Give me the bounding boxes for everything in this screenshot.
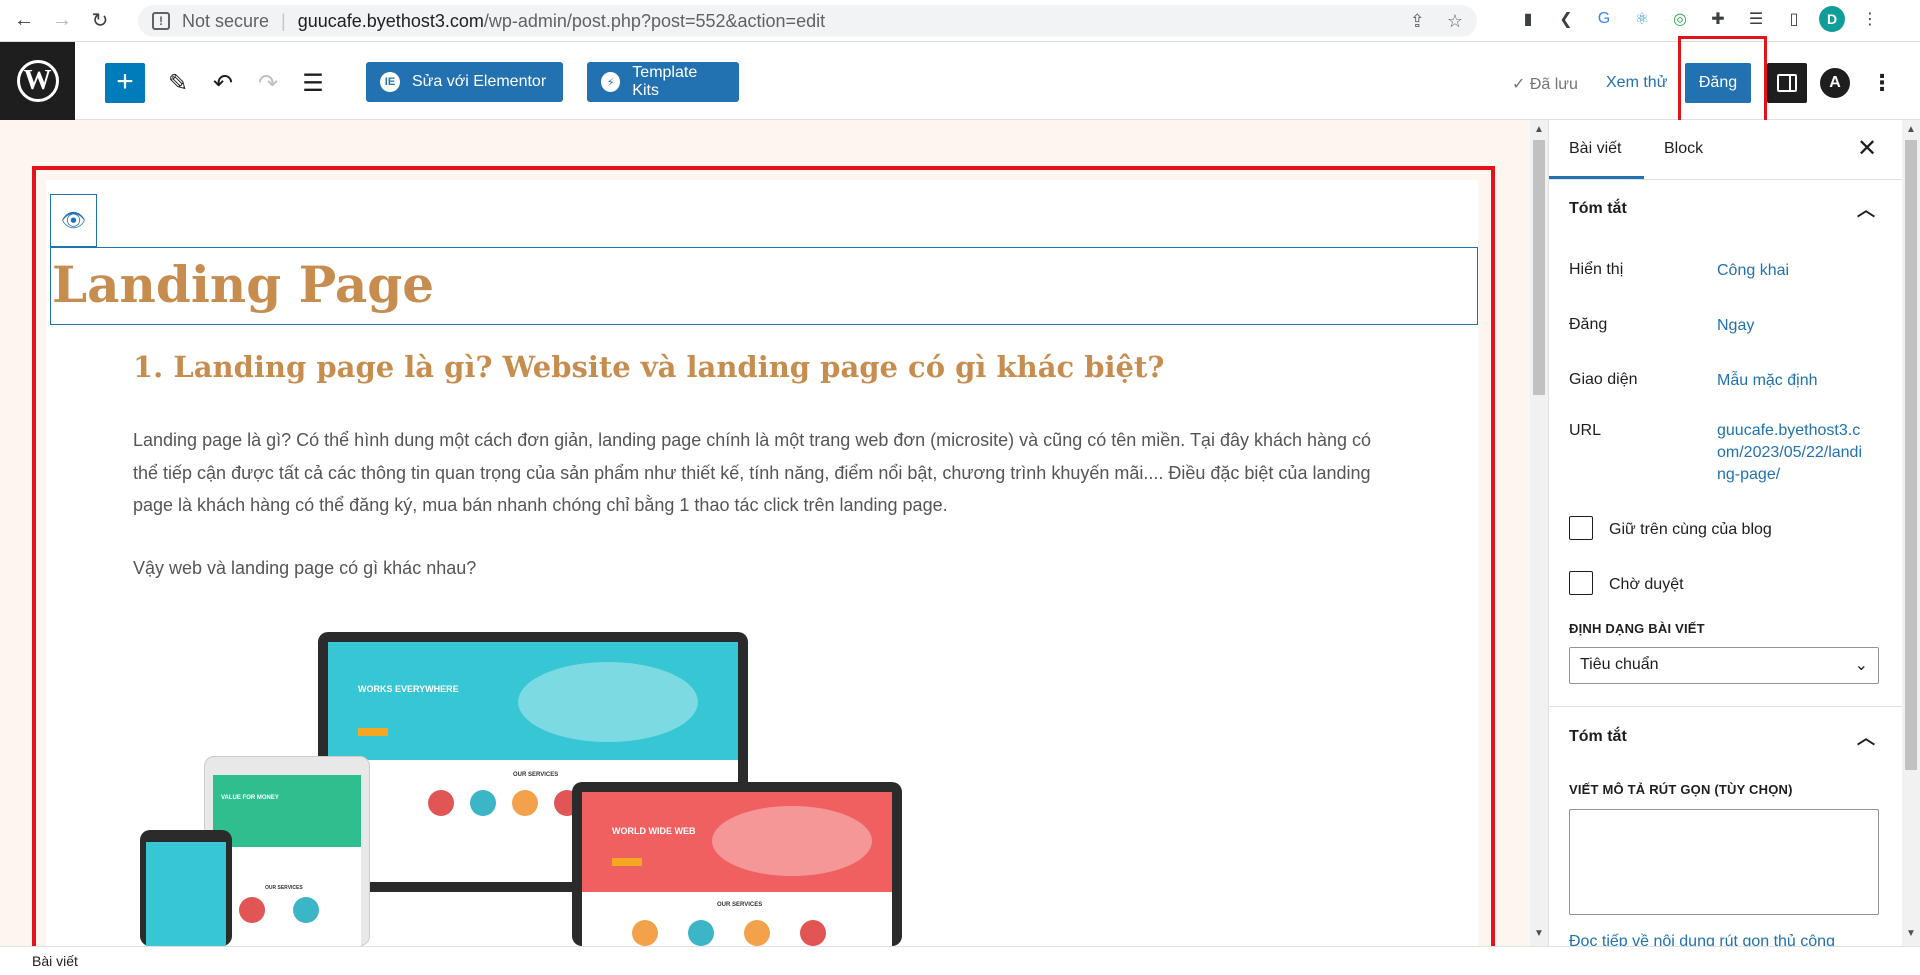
- lightning-icon: ⚡: [601, 72, 621, 92]
- warning-icon: !: [152, 12, 170, 30]
- address-bar[interactable]: ! Not secure | guucafe.byethost3.com/wp-…: [138, 5, 1477, 37]
- summary-panel-header[interactable]: Tóm tắt ︿: [1549, 180, 1920, 238]
- close-icon[interactable]: ✕: [1857, 134, 1877, 163]
- sidebar-scroll-thumb[interactable]: [1905, 140, 1917, 770]
- media-queue-icon[interactable]: ☰: [1743, 6, 1769, 32]
- excerpt-label: VIẾT MÔ TẢ RÚT GỌN (TÙY CHỌN): [1569, 782, 1793, 797]
- canvas-scroll-down-icon[interactable]: ▼: [1534, 928, 1544, 939]
- monitor-services-label: OUR SERVICES: [717, 902, 763, 908]
- tablet-headline: VALUE FOR MONEY: [221, 795, 279, 801]
- sticky-checkbox[interactable]: [1569, 516, 1593, 540]
- arrow-extension-icon[interactable]: ❮: [1553, 6, 1579, 32]
- settings-sidebar: Bài viết Block ✕ Tóm tắt ︿ Hiển thị Công…: [1548, 120, 1920, 946]
- breadcrumb-post[interactable]: Bài viết: [32, 953, 78, 969]
- pending-review-checkbox[interactable]: [1569, 571, 1593, 595]
- post-title[interactable]: Landing Page: [52, 255, 434, 314]
- devices-illustration[interactable]: WORKS EVERYWHERE OUR SERVICES VALUE FOR …: [130, 630, 910, 947]
- sidebar-scroll-down-icon[interactable]: ▼: [1906, 928, 1916, 939]
- url-host: guucafe.byethost3.com: [297, 10, 484, 31]
- panel-divider: [1549, 706, 1920, 707]
- react-extension-icon[interactable]: ⚛: [1629, 6, 1655, 32]
- publish-date-value[interactable]: Ngay: [1717, 315, 1867, 337]
- wordpress-logo-icon[interactable]: W: [0, 42, 75, 120]
- reload-icon[interactable]: ↻: [86, 7, 114, 35]
- settings-panel-toggle[interactable]: [1767, 63, 1807, 103]
- preview-button[interactable]: Xem thử: [1606, 74, 1667, 92]
- canvas-scroll-up-icon[interactable]: ▲: [1534, 124, 1544, 135]
- monitor-headline: WORLD WIDE WEB: [612, 826, 696, 836]
- sidebar-tabs: Bài viết Block ✕: [1549, 120, 1920, 180]
- template-value[interactable]: Mẫu mặc định: [1717, 370, 1867, 392]
- tablet-services-label: OUR SERVICES: [265, 885, 303, 891]
- visibility-value[interactable]: Công khai: [1717, 260, 1867, 282]
- side-panel-icon[interactable]: ▯: [1781, 6, 1807, 32]
- monitor-device: WORLD WIDE WEB OUR SERVICES: [572, 782, 902, 946]
- elementor-button-label: Sửa với Elementor: [412, 73, 547, 90]
- chevron-down-icon: ⌄: [1854, 657, 1868, 674]
- share-icon[interactable]: ⇪: [1410, 11, 1425, 32]
- template-kits-label: Template Kits: [632, 64, 698, 99]
- chevron-up-icon: ︿: [1857, 728, 1875, 748]
- canvas-scroll-thumb[interactable]: [1533, 140, 1545, 395]
- post-heading[interactable]: 1. Landing page là gì? Website và landin…: [133, 350, 1164, 384]
- profile-avatar[interactable]: D: [1819, 6, 1845, 32]
- edit-with-elementor-button[interactable]: IE Sửa với Elementor: [366, 62, 563, 102]
- screen: ← → ↻ ! Not secure | guucafe.byethost3.c…: [0, 0, 1920, 975]
- excerpt-textarea[interactable]: [1569, 809, 1879, 915]
- tab-post[interactable]: Bài viết: [1569, 140, 1621, 158]
- excerpt-learn-more-link[interactable]: Đọc tiếp về nội dung rút gọn thủ công: [1569, 933, 1835, 946]
- bookmark-star-icon[interactable]: ☆: [1447, 11, 1463, 32]
- elementor-icon: IE: [380, 72, 400, 92]
- translate-extension-icon[interactable]: G: [1591, 6, 1617, 32]
- post-paragraph-2[interactable]: Vậy web và landing page có gì khác nhau?: [133, 552, 1373, 585]
- phone-device: [140, 830, 232, 946]
- undo-icon[interactable]: ↶: [205, 63, 241, 103]
- url-value[interactable]: guucafe.byethost3.com/2023/05/22/landing…: [1717, 420, 1867, 486]
- url-label: URL: [1569, 422, 1602, 439]
- excerpt-title: Tóm tắt: [1569, 728, 1627, 745]
- editor-header: W + ✎ ↶ ↷ ☰ IE Sửa với Elementor ⚡ Templ…: [0, 42, 1920, 120]
- sticky-label[interactable]: Giữ trên cùng của blog: [1609, 521, 1772, 539]
- tab-block[interactable]: Block: [1664, 140, 1703, 158]
- url-path: /wp-admin/post.php?post=552&action=edit: [483, 10, 826, 31]
- post-format-label: ĐỊNH DẠNG BÀI VIẾT: [1569, 621, 1705, 636]
- browser-menu-icon[interactable]: ⋮: [1857, 6, 1883, 32]
- laptop-services-label: OUR SERVICES: [513, 772, 559, 778]
- options-menu-icon[interactable]: ⋮: [1870, 68, 1894, 98]
- redo-icon[interactable]: ↷: [250, 63, 286, 103]
- visibility-eye-icon[interactable]: 👁: [50, 194, 97, 247]
- post-format-value: Tiêu chuẩn: [1580, 656, 1659, 673]
- active-tab-indicator: [1549, 176, 1644, 179]
- astra-settings-icon[interactable]: A: [1820, 68, 1850, 98]
- battery-extension-icon[interactable]: ▮: [1515, 6, 1541, 32]
- sidebar-scroll-up-icon[interactable]: ▲: [1906, 124, 1916, 135]
- block-breadcrumb-bar: Bài viết: [0, 946, 1920, 975]
- back-icon[interactable]: ←: [10, 7, 38, 35]
- excerpt-panel-header[interactable]: Tóm tắt ︿: [1549, 708, 1920, 766]
- saved-status: ✓ Đã lưu: [1512, 76, 1578, 93]
- publish-date-label: Đăng: [1569, 316, 1608, 333]
- template-label: Giao diện: [1569, 371, 1638, 388]
- pending-review-label[interactable]: Chờ duyệt: [1609, 576, 1684, 594]
- address-separator: |: [281, 10, 286, 31]
- document-overview-icon[interactable]: ☰: [295, 63, 331, 103]
- summary-title: Tóm tắt: [1569, 200, 1627, 217]
- forward-icon[interactable]: →: [48, 7, 76, 35]
- circle-extension-icon[interactable]: ◎: [1667, 6, 1693, 32]
- puzzle-extensions-icon[interactable]: ✚: [1705, 6, 1731, 32]
- post-format-select[interactable]: Tiêu chuẩn ⌄: [1569, 647, 1879, 684]
- extensions-row: ▮ ❮ G ⚛ ◎ ✚ ☰ ▯ D ⋮: [1515, 6, 1883, 32]
- template-kits-button[interactable]: ⚡ Template Kits: [587, 62, 739, 102]
- pencil-tools-icon[interactable]: ✎: [160, 63, 196, 103]
- laptop-headline: WORKS EVERYWHERE: [358, 684, 459, 694]
- publish-button[interactable]: Đăng: [1685, 63, 1751, 103]
- browser-toolbar: ← → ↻ ! Not secure | guucafe.byethost3.c…: [0, 0, 1920, 42]
- add-block-button[interactable]: +: [105, 63, 145, 103]
- sidebar-icon: [1777, 74, 1797, 92]
- security-label: Not secure: [182, 10, 270, 31]
- chevron-up-icon: ︿: [1857, 200, 1875, 220]
- post-paragraph-1[interactable]: Landing page là gì? Có thể hình dung một…: [133, 424, 1373, 522]
- visibility-label: Hiển thị: [1569, 261, 1624, 278]
